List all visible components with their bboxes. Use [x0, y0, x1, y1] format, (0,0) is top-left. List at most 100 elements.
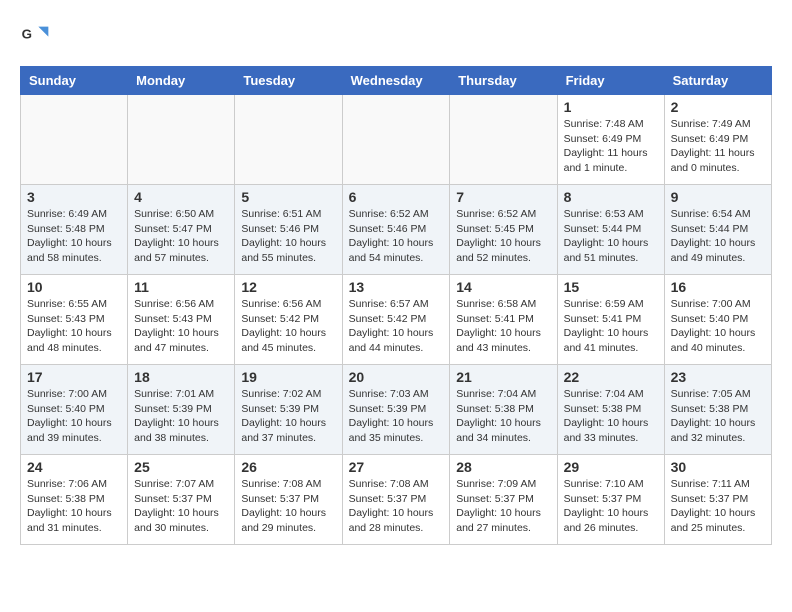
svg-text:G: G: [22, 26, 32, 41]
day-info: Sunrise: 7:03 AM Sunset: 5:39 PM Dayligh…: [349, 387, 444, 446]
day-info: Sunrise: 6:50 AM Sunset: 5:47 PM Dayligh…: [134, 207, 228, 266]
day-info: Sunrise: 7:00 AM Sunset: 5:40 PM Dayligh…: [27, 387, 121, 446]
day-number: 14: [456, 279, 550, 295]
calendar-cell: 15 Sunrise: 6:59 AM Sunset: 5:41 PM Dayli…: [557, 275, 664, 365]
day-info: Sunrise: 6:52 AM Sunset: 5:46 PM Dayligh…: [349, 207, 444, 266]
calendar-cell: 6 Sunrise: 6:52 AM Sunset: 5:46 PM Daylig…: [342, 185, 450, 275]
calendar-cell: 2Sunrise: 7:49 AM Sunset: 6:49 PM Daylig…: [664, 95, 771, 185]
calendar-cell: 19 Sunrise: 7:02 AM Sunset: 5:39 PM Dayli…: [235, 365, 342, 455]
day-number: 28: [456, 459, 550, 475]
day-number: 6: [349, 189, 444, 205]
day-number: 1: [564, 99, 658, 115]
calendar-cell: 26 Sunrise: 7:08 AM Sunset: 5:37 PM Dayli…: [235, 455, 342, 545]
logo-icon: G: [20, 20, 50, 50]
weekday-header-saturday: Saturday: [664, 67, 771, 95]
calendar-cell: 14 Sunrise: 6:58 AM Sunset: 5:41 PM Dayli…: [450, 275, 557, 365]
day-info: Sunrise: 7:07 AM Sunset: 5:37 PM Dayligh…: [134, 477, 228, 536]
day-info: Sunrise: 7:04 AM Sunset: 5:38 PM Dayligh…: [456, 387, 550, 446]
day-info: Sunrise: 7:10 AM Sunset: 5:37 PM Dayligh…: [564, 477, 658, 536]
calendar-cell: 23 Sunrise: 7:05 AM Sunset: 5:38 PM Dayli…: [664, 365, 771, 455]
day-number: 21: [456, 369, 550, 385]
header: G: [20, 20, 772, 50]
day-number: 23: [671, 369, 765, 385]
day-number: 11: [134, 279, 228, 295]
calendar-cell: 24Sunrise: 7:06 AM Sunset: 5:38 PM Dayli…: [21, 455, 128, 545]
day-number: 4: [134, 189, 228, 205]
calendar-cell: 8 Sunrise: 6:53 AM Sunset: 5:44 PM Daylig…: [557, 185, 664, 275]
calendar-cell: 7Sunrise: 6:52 AM Sunset: 5:45 PM Daylig…: [450, 185, 557, 275]
day-info: Sunrise: 7:00 AM Sunset: 5:40 PM Dayligh…: [671, 297, 765, 356]
weekday-header-monday: Monday: [128, 67, 235, 95]
calendar-cell: [450, 95, 557, 185]
day-number: 17: [27, 369, 121, 385]
day-info: Sunrise: 6:53 AM Sunset: 5:44 PM Dayligh…: [564, 207, 658, 266]
day-info: Sunrise: 6:51 AM Sunset: 5:46 PM Dayligh…: [241, 207, 335, 266]
day-number: 15: [564, 279, 658, 295]
weekday-header-sunday: Sunday: [21, 67, 128, 95]
day-info: Sunrise: 6:49 AM Sunset: 5:48 PM Dayligh…: [27, 207, 121, 266]
day-info: Sunrise: 6:55 AM Sunset: 5:43 PM Dayligh…: [27, 297, 121, 356]
day-info: Sunrise: 6:54 AM Sunset: 5:44 PM Dayligh…: [671, 207, 765, 266]
day-info: Sunrise: 6:56 AM Sunset: 5:43 PM Dayligh…: [134, 297, 228, 356]
calendar-cell: 3 Sunrise: 6:49 AM Sunset: 5:48 PM Daylig…: [21, 185, 128, 275]
day-number: 30: [671, 459, 765, 475]
week-row-5: 24Sunrise: 7:06 AM Sunset: 5:38 PM Dayli…: [21, 455, 772, 545]
weekday-header-tuesday: Tuesday: [235, 67, 342, 95]
day-info: Sunrise: 7:05 AM Sunset: 5:38 PM Dayligh…: [671, 387, 765, 446]
day-info: Sunrise: 7:49 AM Sunset: 6:49 PM Dayligh…: [671, 117, 765, 176]
day-number: 5: [241, 189, 335, 205]
calendar-cell: [235, 95, 342, 185]
weekday-header-wednesday: Wednesday: [342, 67, 450, 95]
day-number: 8: [564, 189, 658, 205]
calendar: SundayMondayTuesdayWednesdayThursdayFrid…: [20, 66, 772, 545]
calendar-cell: 9 Sunrise: 6:54 AM Sunset: 5:44 PM Daylig…: [664, 185, 771, 275]
day-info: Sunrise: 6:58 AM Sunset: 5:41 PM Dayligh…: [456, 297, 550, 356]
day-number: 9: [671, 189, 765, 205]
calendar-cell: 1 Sunrise: 7:48 AM Sunset: 6:49 PM Daylig…: [557, 95, 664, 185]
day-info: Sunrise: 7:48 AM Sunset: 6:49 PM Dayligh…: [564, 117, 658, 176]
weekday-header-friday: Friday: [557, 67, 664, 95]
calendar-cell: 4 Sunrise: 6:50 AM Sunset: 5:47 PM Daylig…: [128, 185, 235, 275]
calendar-cell: 29Sunrise: 7:10 AM Sunset: 5:37 PM Dayli…: [557, 455, 664, 545]
week-row-4: 17 Sunrise: 7:00 AM Sunset: 5:40 PM Dayli…: [21, 365, 772, 455]
day-number: 3: [27, 189, 121, 205]
day-info: Sunrise: 6:59 AM Sunset: 5:41 PM Dayligh…: [564, 297, 658, 356]
calendar-cell: 5 Sunrise: 6:51 AM Sunset: 5:46 PM Daylig…: [235, 185, 342, 275]
day-number: 16: [671, 279, 765, 295]
day-number: 26: [241, 459, 335, 475]
calendar-cell: [21, 95, 128, 185]
logo: G: [20, 20, 54, 50]
day-number: 7: [456, 189, 550, 205]
calendar-cell: 10 Sunrise: 6:55 AM Sunset: 5:43 PM Dayli…: [21, 275, 128, 365]
calendar-cell: [342, 95, 450, 185]
calendar-cell: 11 Sunrise: 6:56 AM Sunset: 5:43 PM Dayli…: [128, 275, 235, 365]
day-number: 22: [564, 369, 658, 385]
calendar-cell: 21 Sunrise: 7:04 AM Sunset: 5:38 PM Dayli…: [450, 365, 557, 455]
week-row-1: 1 Sunrise: 7:48 AM Sunset: 6:49 PM Daylig…: [21, 95, 772, 185]
day-info: Sunrise: 7:08 AM Sunset: 5:37 PM Dayligh…: [241, 477, 335, 536]
day-number: 27: [349, 459, 444, 475]
calendar-cell: 13 Sunrise: 6:57 AM Sunset: 5:42 PM Dayli…: [342, 275, 450, 365]
calendar-cell: 25 Sunrise: 7:07 AM Sunset: 5:37 PM Dayli…: [128, 455, 235, 545]
calendar-cell: 28 Sunrise: 7:09 AM Sunset: 5:37 PM Dayli…: [450, 455, 557, 545]
calendar-cell: 20 Sunrise: 7:03 AM Sunset: 5:39 PM Dayli…: [342, 365, 450, 455]
day-number: 18: [134, 369, 228, 385]
calendar-cell: 16 Sunrise: 7:00 AM Sunset: 5:40 PM Dayli…: [664, 275, 771, 365]
calendar-cell: [128, 95, 235, 185]
day-number: 13: [349, 279, 444, 295]
calendar-cell: 30Sunrise: 7:11 AM Sunset: 5:37 PM Dayli…: [664, 455, 771, 545]
day-info: Sunrise: 7:08 AM Sunset: 5:37 PM Dayligh…: [349, 477, 444, 536]
day-number: 10: [27, 279, 121, 295]
calendar-cell: 12Sunrise: 6:56 AM Sunset: 5:42 PM Dayli…: [235, 275, 342, 365]
day-info: Sunrise: 6:57 AM Sunset: 5:42 PM Dayligh…: [349, 297, 444, 356]
day-number: 19: [241, 369, 335, 385]
calendar-cell: 17 Sunrise: 7:00 AM Sunset: 5:40 PM Dayli…: [21, 365, 128, 455]
day-info: Sunrise: 7:02 AM Sunset: 5:39 PM Dayligh…: [241, 387, 335, 446]
day-number: 20: [349, 369, 444, 385]
day-info: Sunrise: 7:09 AM Sunset: 5:37 PM Dayligh…: [456, 477, 550, 536]
day-info: Sunrise: 6:56 AM Sunset: 5:42 PM Dayligh…: [241, 297, 335, 356]
weekday-header-row: SundayMondayTuesdayWednesdayThursdayFrid…: [21, 67, 772, 95]
calendar-cell: 22 Sunrise: 7:04 AM Sunset: 5:38 PM Dayli…: [557, 365, 664, 455]
day-info: Sunrise: 7:04 AM Sunset: 5:38 PM Dayligh…: [564, 387, 658, 446]
day-number: 25: [134, 459, 228, 475]
